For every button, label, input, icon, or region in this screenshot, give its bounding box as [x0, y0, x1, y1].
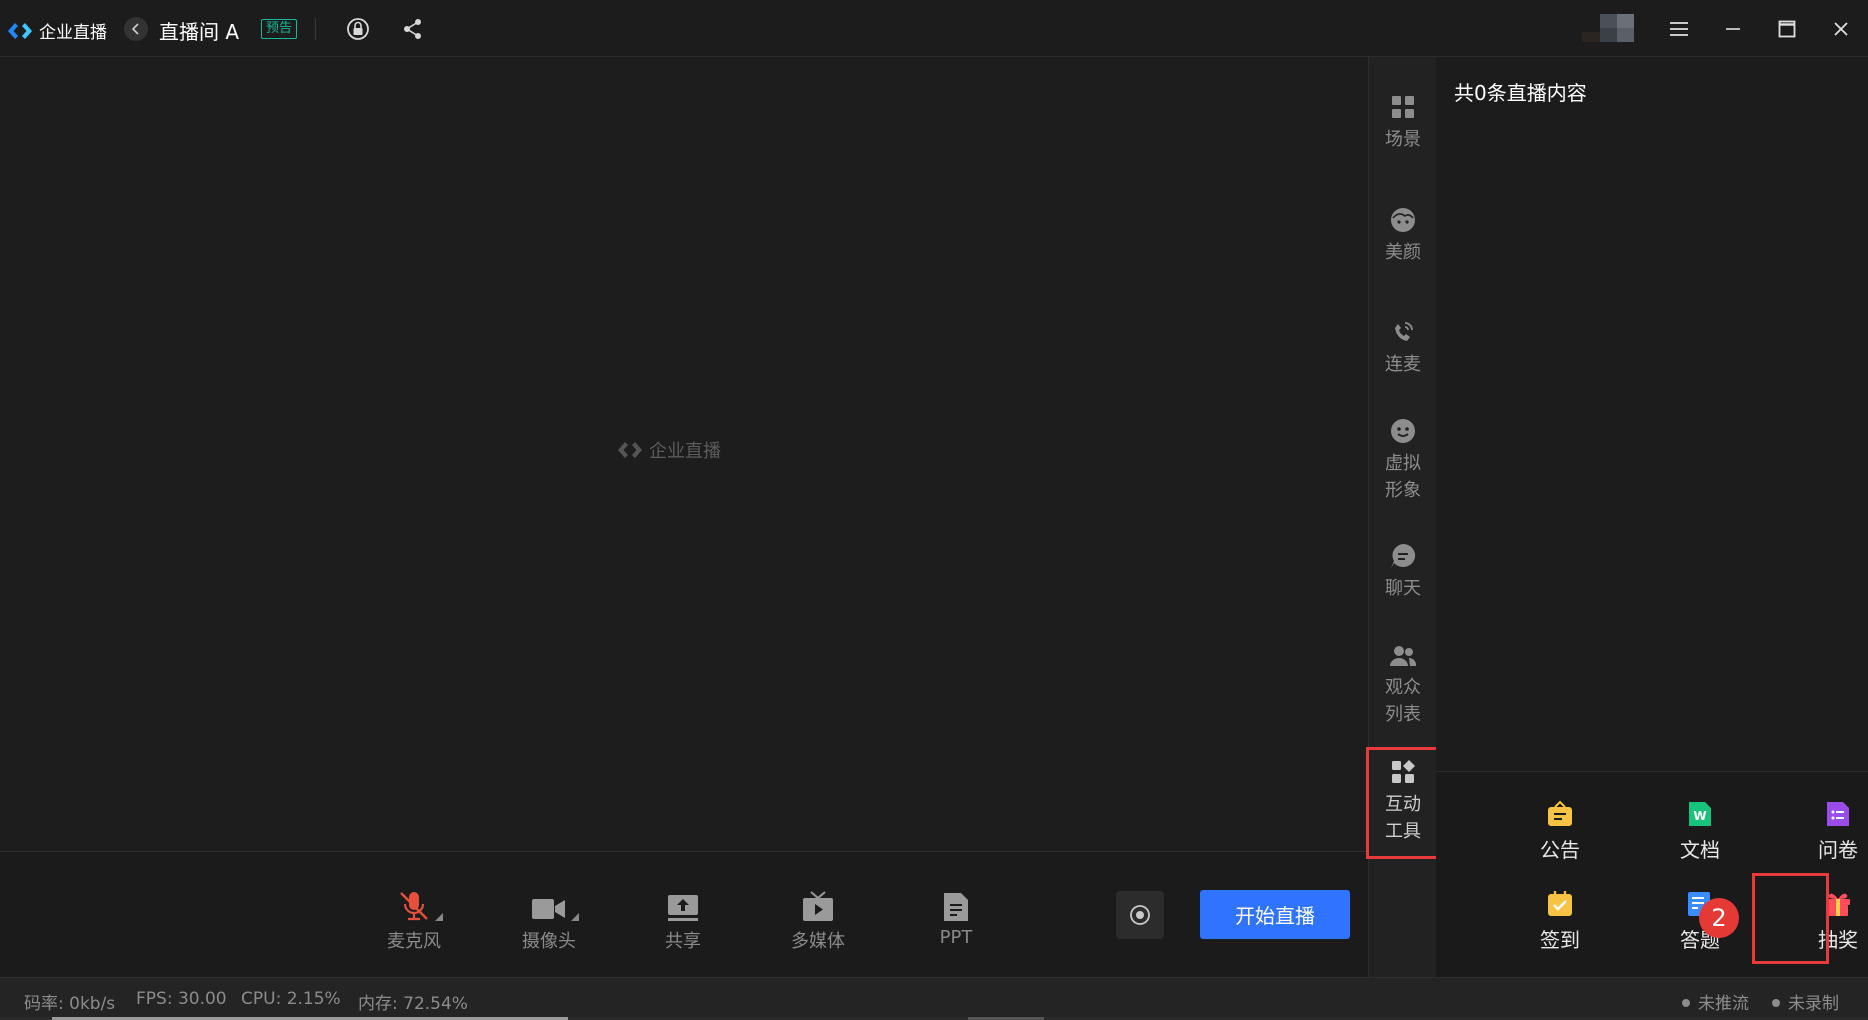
push-status-text: 未推流	[1698, 994, 1749, 1014]
record-button[interactable]	[1116, 891, 1164, 939]
camera-icon	[532, 899, 565, 919]
tool-label: 公告	[1540, 838, 1580, 862]
divider	[315, 18, 316, 40]
share-screen-icon	[668, 895, 698, 921]
camera-dropdown-caret[interactable]	[571, 913, 579, 921]
tool-questionnaire[interactable]: 问卷	[1788, 800, 1868, 863]
nav-item-beauty[interactable]: 美颜	[1369, 207, 1437, 266]
live-preview-area[interactable]: 企业直播	[0, 57, 1368, 852]
push-status: 未推流	[1682, 989, 1749, 1014]
face-icon	[1391, 208, 1415, 232]
avatar-image	[1582, 14, 1634, 42]
record-status: 未录制	[1772, 989, 1839, 1014]
nav-item-chat[interactable]: 聊天	[1369, 543, 1437, 602]
nav-item-scene[interactable]: 场景	[1369, 94, 1437, 153]
grid-icon	[1392, 96, 1414, 118]
lock-button[interactable]	[346, 17, 370, 41]
document-icon: W	[1689, 802, 1711, 826]
ppt-file-icon	[944, 893, 968, 921]
questionnaire-icon	[1827, 802, 1849, 826]
status-bar: 码率: 0kb/s FPS: 30.00 CPU: 2.15% 内存: 72.5…	[0, 977, 1868, 1020]
multimedia-button[interactable]: 多媒体	[763, 889, 873, 953]
title-bar: 企业直播 直播间 A 预告	[0, 0, 1868, 57]
step-badge-2: 2	[1699, 898, 1739, 938]
start-live-button[interactable]: 开始直播	[1200, 890, 1350, 939]
nav-item-audience[interactable]: 观众列表	[1369, 644, 1437, 728]
watermark-logo-icon	[618, 442, 642, 458]
ppt-button[interactable]: PPT	[901, 889, 1011, 948]
svg-text:W: W	[1693, 809, 1706, 823]
content-count: 共0条直播内容	[1454, 81, 1587, 105]
room-title: 直播间 A	[159, 20, 240, 44]
content-panel: 共0条直播内容 公告 W 文档 问卷 签到 答题 抽奖	[1436, 57, 1868, 977]
record-icon	[1130, 905, 1150, 925]
app-name: 企业直播	[39, 23, 107, 43]
nav-label: 连麦	[1385, 354, 1421, 375]
phone-icon	[1395, 322, 1413, 341]
highlight-box-interactive-tools	[1366, 747, 1440, 859]
nav-label: 观众列表	[1385, 677, 1421, 725]
screen-share-label: 共享	[665, 931, 701, 952]
nav-label: 聊天	[1385, 578, 1421, 599]
tool-announcement[interactable]: 公告	[1510, 800, 1610, 863]
tool-checkin[interactable]: 签到	[1510, 890, 1610, 953]
hamburger-icon	[1670, 22, 1688, 36]
multimedia-label: 多媒体	[791, 931, 845, 952]
nav-label: 虚拟形象	[1385, 453, 1421, 501]
lock-icon	[347, 18, 369, 40]
memory-stat: 内存: 72.54%	[358, 994, 468, 1014]
microphone-button[interactable]: 麦克风	[359, 889, 469, 953]
camera-label: 摄像头	[522, 931, 576, 952]
push-status-dot	[1682, 999, 1690, 1007]
back-button[interactable]	[124, 17, 148, 41]
fps-stat: FPS: 30.00	[136, 989, 227, 1009]
close-button[interactable]	[1828, 16, 1854, 42]
minimize-button[interactable]	[1720, 16, 1746, 42]
ppt-label: PPT	[939, 927, 973, 948]
record-status-text: 未录制	[1788, 994, 1839, 1014]
smiley-icon	[1391, 419, 1415, 443]
preview-watermark: 企业直播	[617, 437, 721, 463]
status-badge: 预告	[261, 19, 298, 39]
checkin-icon	[1548, 891, 1572, 916]
camera-button[interactable]: 摄像头	[494, 889, 604, 953]
chevron-left-icon	[131, 23, 139, 35]
mic-dropdown-caret[interactable]	[435, 913, 443, 921]
cpu-stat: CPU: 2.15%	[241, 989, 341, 1009]
minimize-icon	[1726, 28, 1740, 30]
mic-muted-icon	[400, 892, 428, 921]
share-icon	[404, 19, 421, 39]
nav-item-co-host[interactable]: 连麦	[1369, 319, 1437, 378]
menu-button[interactable]	[1666, 16, 1692, 42]
bitrate-stat: 码率: 0kb/s	[24, 994, 116, 1014]
announcement-icon	[1548, 800, 1572, 826]
nav-label: 美颜	[1385, 242, 1421, 263]
app-logo: 企业直播	[6, 18, 107, 43]
microphone-label: 麦克风	[387, 931, 441, 952]
control-bar: 麦克风 摄像头 共享 多媒体 PPT 开始直播	[0, 853, 1368, 977]
user-avatar[interactable]	[1582, 14, 1634, 42]
maximize-icon	[1778, 20, 1796, 38]
nav-item-avatar[interactable]: 虚拟形象	[1369, 418, 1437, 504]
watermark-text: 企业直播	[649, 441, 721, 462]
chat-icon	[1391, 543, 1416, 568]
tool-label: 签到	[1540, 928, 1580, 952]
close-icon	[1834, 22, 1848, 36]
highlight-box-lottery	[1752, 873, 1829, 964]
tv-icon	[803, 891, 833, 921]
tool-label: 问卷	[1818, 838, 1858, 862]
nav-label: 场景	[1385, 129, 1421, 150]
tool-label: 文档	[1680, 838, 1720, 862]
maximize-button[interactable]	[1774, 16, 1800, 42]
record-status-dot	[1772, 999, 1780, 1007]
tool-document[interactable]: W 文档	[1650, 800, 1750, 863]
screen-share-button[interactable]: 共享	[628, 889, 738, 953]
audience-icon	[1390, 646, 1417, 666]
share-button[interactable]	[402, 17, 424, 41]
logo-icon	[8, 22, 32, 39]
